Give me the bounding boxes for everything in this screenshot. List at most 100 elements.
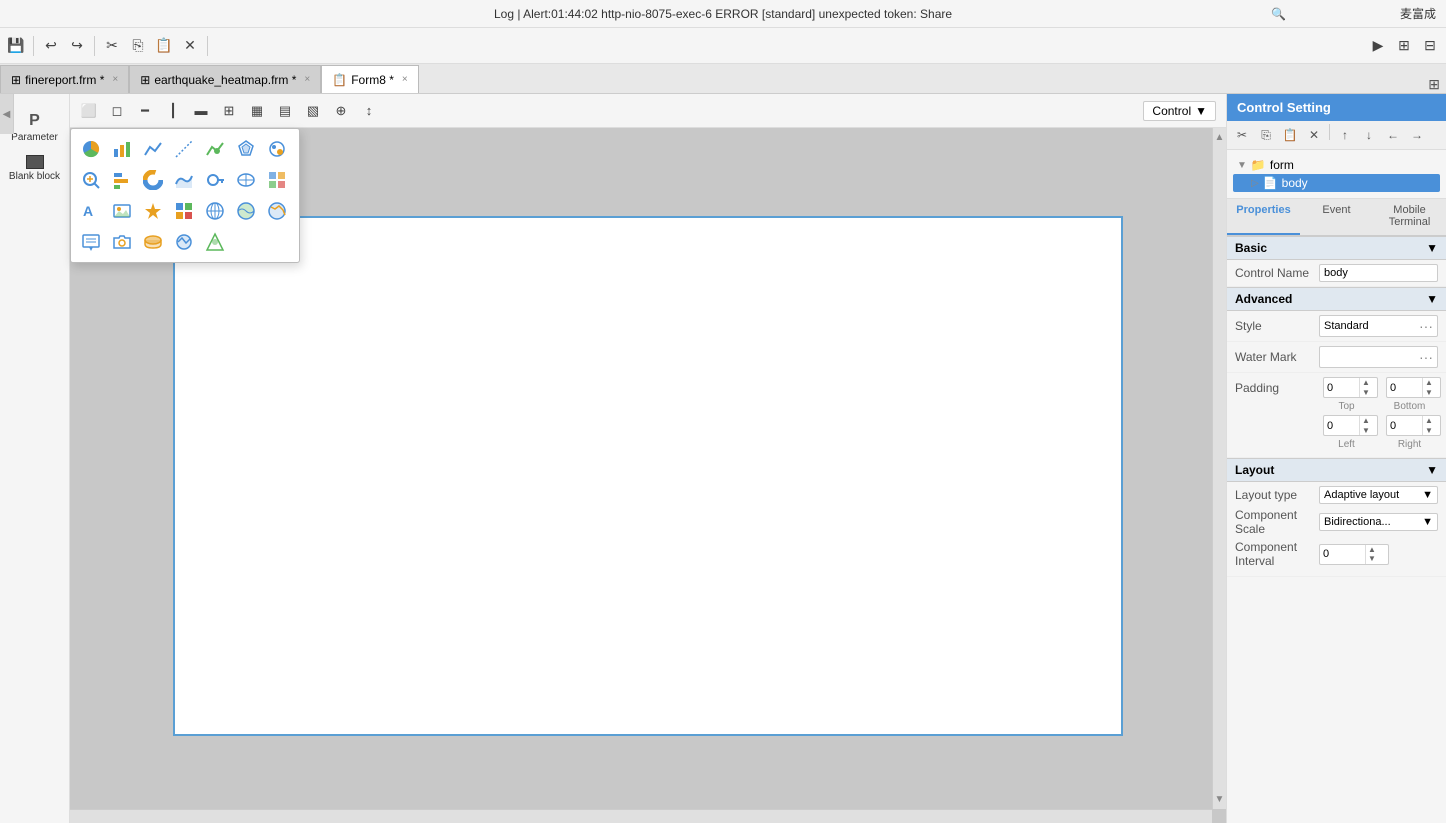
rp-cut[interactable]: ✂ — [1231, 124, 1253, 146]
tab-form8[interactable]: 📋 Form8 * × — [321, 65, 418, 93]
chart-note[interactable] — [77, 228, 105, 256]
padding-bottom-down[interactable]: ▼ — [1423, 388, 1435, 398]
tab-finereport[interactable]: ⊞ finereport.frm * × — [0, 65, 129, 93]
chart-globe3[interactable] — [263, 197, 291, 225]
chart-line[interactable] — [139, 135, 167, 163]
chart-map[interactable] — [232, 166, 260, 194]
padding-right-down[interactable]: ▼ — [1423, 426, 1435, 436]
control-dropdown[interactable]: Control ▼ — [1143, 101, 1216, 121]
tab-more-button[interactable]: ⊞ — [1422, 76, 1446, 93]
undo-button[interactable]: ↩ — [39, 34, 63, 58]
chart-radar[interactable] — [232, 135, 260, 163]
horizontal-scrollbar[interactable] — [70, 809, 1212, 823]
vertical-scrollbar[interactable]: ▲ ▼ — [1212, 128, 1226, 809]
padding-left-down[interactable]: ▼ — [1360, 426, 1372, 436]
tab-earthquake[interactable]: ⊞ earthquake_heatmap.frm * × — [129, 65, 321, 93]
padding-top-input[interactable]: ▲ ▼ — [1323, 377, 1378, 398]
padding-left-up[interactable]: ▲ — [1360, 416, 1372, 426]
rp-delete[interactable]: ✕ — [1303, 124, 1325, 146]
padding-left-field[interactable] — [1324, 419, 1359, 433]
expand-button[interactable]: ▶ — [1366, 34, 1390, 58]
chart-donut[interactable] — [139, 166, 167, 194]
padding-top-down[interactable]: ▼ — [1360, 388, 1372, 398]
chart-scatter[interactable] — [170, 135, 198, 163]
sidebar-collapse-handle[interactable]: ◀ — [0, 94, 14, 134]
chart-camera[interactable] — [108, 228, 136, 256]
cut-button[interactable]: ✂ — [100, 34, 124, 58]
chart-bar2[interactable] — [108, 166, 136, 194]
interval-up[interactable]: ▲ — [1366, 545, 1378, 555]
watermark-dots[interactable]: ··· — [1419, 349, 1433, 365]
padding-bottom-field[interactable] — [1387, 381, 1422, 395]
sidebar-item-blank-block[interactable]: Blank block — [5, 151, 65, 186]
basic-section-header[interactable]: Basic ▼ — [1227, 236, 1446, 260]
paste-button[interactable]: 📋 — [152, 34, 176, 58]
padding-top-up[interactable]: ▲ — [1360, 378, 1372, 388]
rp-left[interactable]: ← — [1382, 124, 1404, 146]
rp-down[interactable]: ↓ — [1358, 124, 1380, 146]
close-file-button[interactable]: ✕ — [178, 34, 202, 58]
chart-zoom[interactable] — [77, 166, 105, 194]
chart-globe2[interactable] — [232, 197, 260, 225]
padding-right-up[interactable]: ▲ — [1423, 416, 1435, 426]
chart-pie[interactable] — [77, 135, 105, 163]
hline-button[interactable]: ━ — [132, 99, 158, 123]
chart-bubble[interactable] — [263, 135, 291, 163]
chart-extra1[interactable] — [170, 228, 198, 256]
save-button[interactable]: 💾 — [4, 34, 28, 58]
padding-bottom-input[interactable]: ▲ ▼ — [1386, 377, 1441, 398]
tab-properties[interactable]: Properties — [1227, 199, 1300, 235]
chart-area[interactable] — [201, 135, 229, 163]
columns-button[interactable]: ⊟ — [1418, 34, 1442, 58]
rp-right[interactable]: → — [1406, 124, 1428, 146]
tab-close3[interactable]: × — [402, 74, 408, 85]
component-interval-input[interactable]: ▲ ▼ — [1319, 544, 1389, 565]
style-dots[interactable]: ··· — [1419, 318, 1433, 334]
chart-star[interactable] — [139, 197, 167, 225]
chart-wave[interactable] — [170, 166, 198, 194]
chart-coin[interactable] — [139, 228, 167, 256]
redo-button[interactable]: ↪ — [65, 34, 89, 58]
padding-top-field[interactable] — [1324, 381, 1359, 395]
chart-web[interactable] — [201, 197, 229, 225]
padding-right-field[interactable] — [1387, 419, 1422, 433]
chart-bar[interactable] — [108, 135, 136, 163]
tab-close[interactable]: × — [112, 74, 118, 85]
rp-paste[interactable]: 📋 — [1279, 124, 1301, 146]
rect-button[interactable]: ⬜ — [76, 99, 102, 123]
chart-image[interactable] — [108, 197, 136, 225]
padding-right-input[interactable]: ▲ ▼ — [1386, 415, 1441, 436]
canvas-inner[interactable] — [173, 216, 1123, 736]
user-name[interactable]: 麦富成 — [1400, 5, 1436, 22]
rp-up[interactable]: ↑ — [1334, 124, 1356, 146]
tree-form[interactable]: ▼ 📁 form — [1233, 156, 1440, 174]
layout-section-header[interactable]: Layout ▼ — [1227, 458, 1446, 482]
rp-copy[interactable]: ⎘ — [1255, 124, 1277, 146]
chart-key[interactable] — [201, 166, 229, 194]
layout-type-select[interactable]: Adaptive layout ▼ — [1319, 486, 1438, 504]
tab-mobile[interactable]: MobileTerminal — [1373, 199, 1446, 235]
padding-left-input[interactable]: ▲ ▼ — [1323, 415, 1378, 436]
watermark-value[interactable]: ··· — [1319, 346, 1438, 368]
hrect-button[interactable]: ▬ — [188, 99, 214, 123]
copy-button[interactable]: ⎘ — [126, 34, 150, 58]
chart-win[interactable] — [170, 197, 198, 225]
table3-button[interactable]: ▤ — [272, 99, 298, 123]
advanced-section-header[interactable]: Advanced ▼ — [1227, 287, 1446, 311]
tab-close2[interactable]: × — [304, 74, 310, 85]
tab-event[interactable]: Event — [1300, 199, 1373, 235]
split-button[interactable]: ⊞ — [1392, 34, 1416, 58]
table2-button[interactable]: ▦ — [244, 99, 270, 123]
table-button[interactable]: ⊞ — [216, 99, 242, 123]
merge-button[interactable]: ⊕ — [328, 99, 354, 123]
chart-text[interactable]: A — [77, 197, 105, 225]
component-interval-field[interactable] — [1320, 547, 1365, 561]
padding-bottom-up[interactable]: ▲ — [1423, 378, 1435, 388]
resize-button[interactable]: ↕ — [356, 99, 382, 123]
tree-body[interactable]: ▷ 📄 body — [1233, 174, 1440, 192]
control-name-value[interactable]: body — [1319, 264, 1438, 282]
interval-down[interactable]: ▼ — [1366, 554, 1378, 564]
vline-button[interactable]: ┃ — [160, 99, 186, 123]
table4-button[interactable]: ▧ — [300, 99, 326, 123]
search-icon[interactable]: 🔍 — [1271, 7, 1286, 21]
